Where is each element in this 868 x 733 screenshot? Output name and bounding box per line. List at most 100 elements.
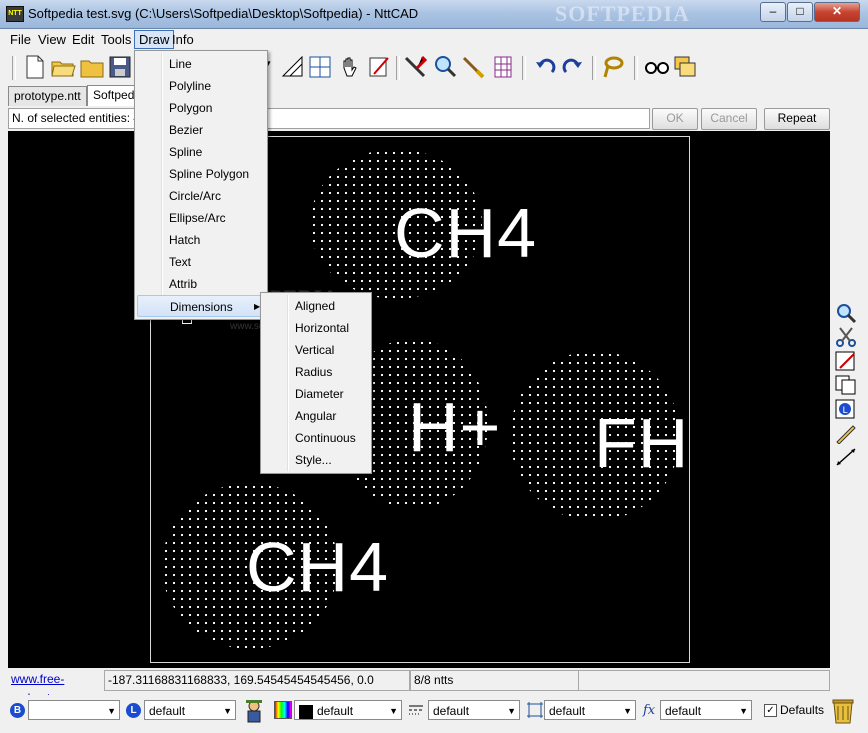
block-icon: B: [10, 703, 25, 718]
redo-icon[interactable]: [560, 54, 586, 80]
menu-item-line[interactable]: Line: [137, 53, 265, 75]
menu-item-radius[interactable]: Radius: [263, 361, 369, 383]
menu-item-horizontal[interactable]: Horizontal: [263, 317, 369, 339]
cancel-button[interactable]: Cancel: [701, 108, 757, 130]
menu-item-dimensions[interactable]: Dimensions ▶: [137, 295, 265, 317]
maximize-button[interactable]: □: [787, 2, 813, 22]
toolbar-separator: [522, 56, 526, 80]
pan-hand-icon[interactable]: [338, 54, 364, 80]
main-toolbar: ▾: [0, 50, 868, 86]
undo-icon[interactable]: [532, 54, 558, 80]
trim-icon[interactable]: [402, 54, 428, 80]
defaults-label: Defaults: [780, 703, 825, 717]
draw-menu: Line Polyline Polygon Bezier Spline Spli…: [134, 50, 268, 320]
menu-item-vertical[interactable]: Vertical: [263, 339, 369, 361]
edit-point-icon[interactable]: [366, 54, 392, 80]
hatch-style-icon: [527, 702, 543, 718]
menu-item-bezier[interactable]: Bezier: [137, 119, 265, 141]
canvas-text-fh[interactable]: FH: [594, 403, 689, 483]
svg-text:fx: fx: [642, 703, 656, 718]
character-icon[interactable]: [242, 698, 266, 724]
menu-item-spline-polygon[interactable]: Spline Polygon: [137, 163, 265, 185]
defaults-checkbox[interactable]: ✓: [764, 704, 777, 717]
window-title: Softpedia test.svg (C:\Users\Softpedia\D…: [28, 6, 419, 21]
text-style-icon: fx: [642, 703, 656, 718]
menu-item-style[interactable]: Style...: [263, 449, 369, 471]
color-swatch: [299, 704, 313, 719]
save-icon[interactable]: [107, 54, 133, 80]
cursor-coordinates: -187.31168831168833, 169.54545454545456,…: [104, 670, 410, 691]
menu-bar: File View Edit Tools Draw Info: [0, 29, 868, 50]
canvas-text-h-plus[interactable]: H+: [408, 387, 501, 467]
canvas-text-ch4-bottom[interactable]: CH4: [246, 527, 389, 607]
menu-item-ellipse-arc[interactable]: Ellipse/Arc: [137, 207, 265, 229]
layer-select[interactable]: default ▼: [144, 700, 236, 720]
entities-count: 8/8 ntts: [410, 670, 580, 691]
open-folder-icon[interactable]: [50, 54, 76, 80]
hatch-style-select[interactable]: default ▼: [544, 700, 636, 720]
properties-bar: B ▼ L default ▼ default ▼ default ▼ default…: [0, 695, 868, 733]
menu-item-text[interactable]: Text: [137, 251, 265, 273]
color-palette-icon[interactable]: [274, 701, 292, 719]
menu-item-angular[interactable]: Angular: [263, 405, 369, 427]
menu-item-continuous[interactable]: Continuous: [263, 427, 369, 449]
free-cad-link[interactable]: www.free-cad.net: [8, 670, 104, 705]
title-bar: NTT Softpedia test.svg (C:\Users\Softped…: [0, 0, 868, 29]
layers-icon[interactable]: [672, 54, 698, 80]
linetype-select[interactable]: default ▼: [428, 700, 520, 720]
menu-file[interactable]: File: [6, 31, 35, 48]
toolbar-separator: [634, 56, 638, 80]
dimensions-submenu: Aligned Horizontal Vertical Radius Diame…: [260, 292, 372, 474]
right-toolbar: L: [832, 300, 862, 480]
set-square-icon[interactable]: [280, 54, 306, 80]
menu-item-spline[interactable]: Spline: [137, 141, 265, 163]
grid-snap-icon[interactable]: [307, 54, 333, 80]
menu-item-circle-arc[interactable]: Circle/Arc: [137, 185, 265, 207]
menu-item-attrib[interactable]: Attrib: [137, 273, 265, 295]
selected-entities-text: N. of selected entities: 4: [12, 111, 141, 125]
block-select[interactable]: ▼: [28, 700, 120, 720]
trash-bin-icon[interactable]: [830, 697, 856, 725]
text-style-select[interactable]: default ▼: [660, 700, 752, 720]
layer-icon: L: [126, 703, 141, 718]
lasso-icon[interactable]: [600, 54, 626, 80]
toolbar-separator: [396, 56, 400, 80]
new-file-icon[interactable]: [22, 54, 48, 80]
repeat-button[interactable]: Repeat: [764, 108, 830, 130]
tab-prototype[interactable]: prototype.ntt: [8, 86, 87, 106]
menu-item-aligned[interactable]: Aligned: [263, 295, 369, 317]
minimize-button[interactable]: –: [760, 2, 786, 22]
drawing-canvas[interactable]: CH4 H+ FH CH4 SOFTPEDIA www.softpedia.co…: [8, 131, 830, 668]
menu-view[interactable]: View: [34, 31, 70, 48]
hatch-icon[interactable]: [490, 54, 516, 80]
color-select[interactable]: default ▼: [294, 700, 402, 720]
menu-item-polygon[interactable]: Polygon: [137, 97, 265, 119]
ok-button[interactable]: OK: [652, 108, 698, 130]
close-button[interactable]: ✕: [814, 2, 860, 22]
copy-icon[interactable]: [834, 374, 858, 396]
menu-item-polyline[interactable]: Polyline: [137, 75, 265, 97]
zoom-window-icon[interactable]: [834, 302, 858, 324]
measure-icon[interactable]: [834, 446, 858, 468]
menu-item-hatch[interactable]: Hatch: [137, 229, 265, 251]
command-row: N. of selected entities: 4 OK Cancel Rep…: [8, 107, 830, 131]
canvas-text-ch4-top[interactable]: CH4: [394, 193, 537, 273]
menu-edit[interactable]: Edit: [68, 31, 98, 48]
menu-tools[interactable]: Tools: [97, 31, 135, 48]
menu-info[interactable]: Info: [168, 31, 198, 48]
scissors-icon[interactable]: [834, 326, 858, 348]
folder-icon[interactable]: [79, 54, 105, 80]
status-bar: www.free-cad.net -187.31168831168833, 16…: [8, 670, 860, 705]
glasses-icon[interactable]: [644, 54, 670, 80]
softpedia-watermark: SOFTPEDIA: [555, 1, 690, 26]
pen-icon[interactable]: [834, 422, 858, 444]
toolbar-grip: [12, 56, 16, 80]
brush-icon[interactable]: [460, 54, 486, 80]
zoom-icon[interactable]: [432, 54, 458, 80]
svg-text:L: L: [842, 406, 847, 416]
app-icon: NTT: [6, 6, 24, 22]
menu-item-diameter[interactable]: Diameter: [263, 383, 369, 405]
status-panel-empty: [578, 670, 830, 691]
edit-entity-icon[interactable]: [834, 350, 858, 372]
layer-info-icon[interactable]: L: [834, 398, 858, 420]
